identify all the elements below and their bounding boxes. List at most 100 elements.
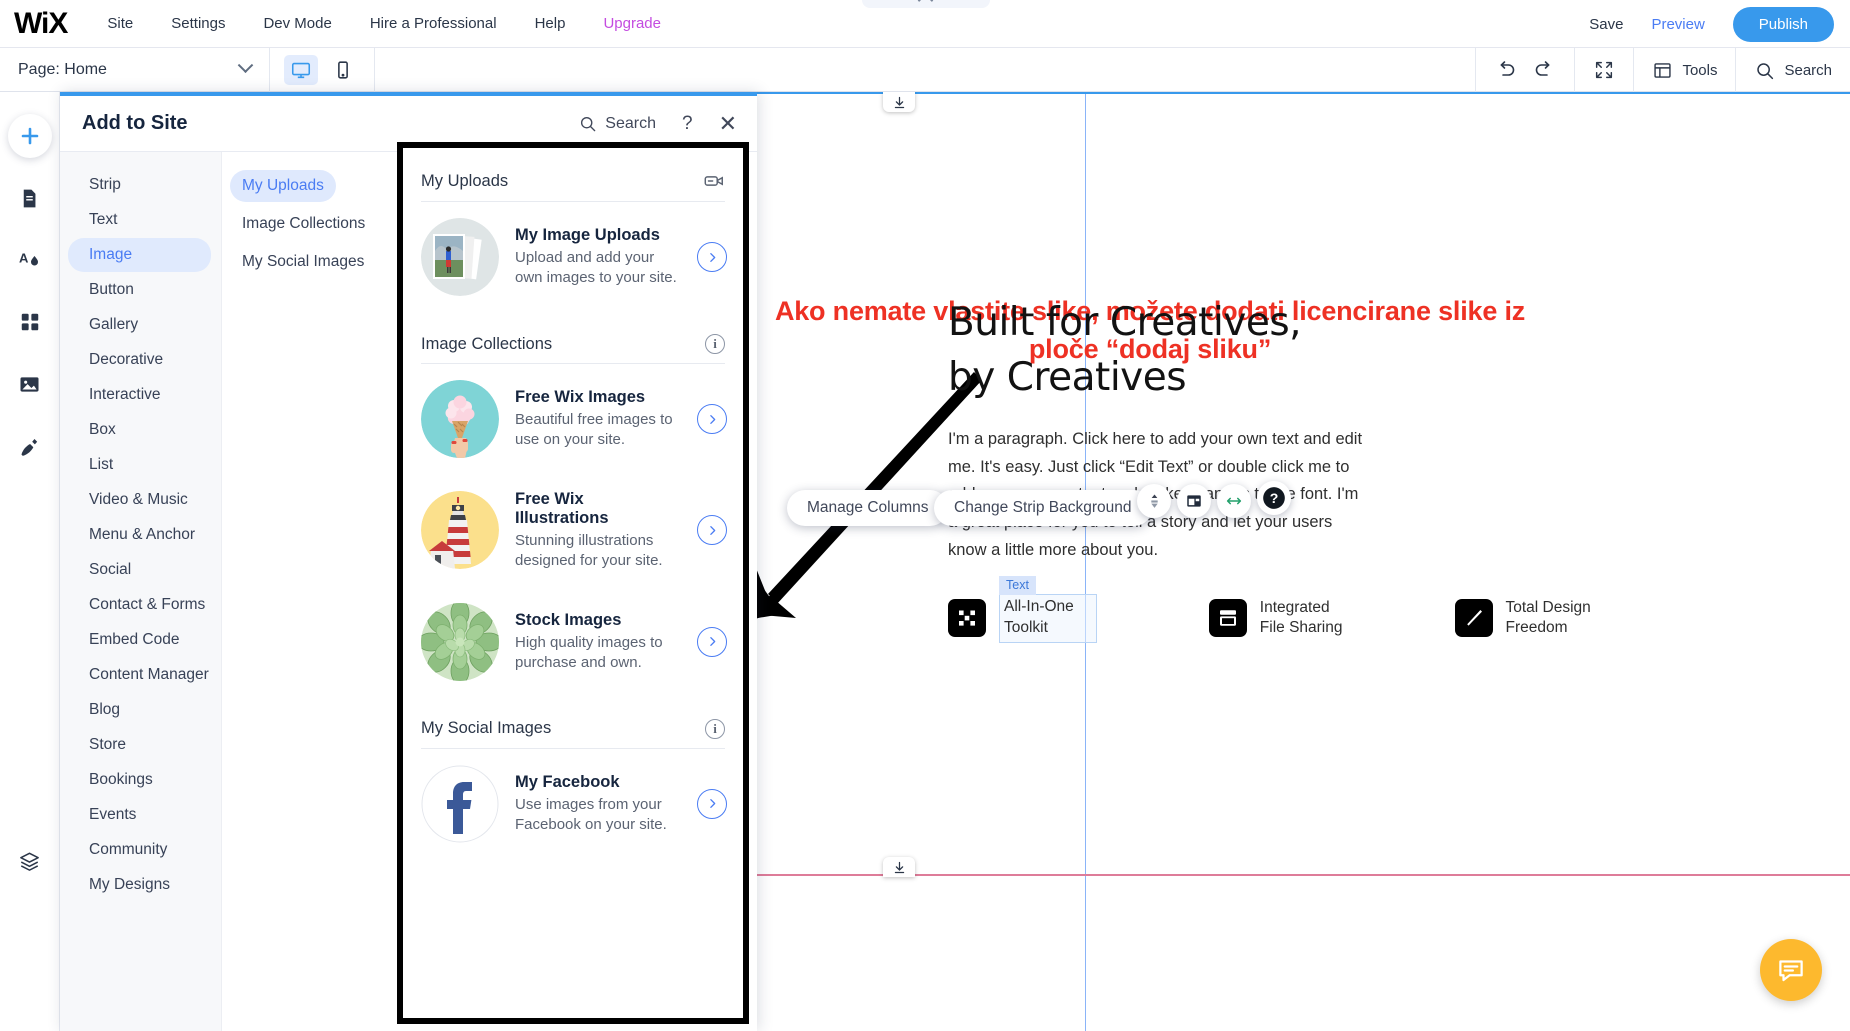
blog-button[interactable] <box>8 424 52 468</box>
nav-site[interactable]: Site <box>107 15 133 32</box>
tools-group: Tools <box>1633 48 1735 92</box>
desktop-view-button[interactable] <box>284 54 318 85</box>
tools-label: Tools <box>1682 61 1718 79</box>
top-nav: Site Settings Dev Mode Hire a Profession… <box>107 15 661 32</box>
manage-columns-tooltip[interactable]: Manage Columns <box>787 490 949 526</box>
layers-button[interactable] <box>8 839 52 883</box>
category-bookings[interactable]: Bookings <box>68 763 211 797</box>
zoom-out-button[interactable] <box>1593 59 1615 81</box>
list-item[interactable]: Free Wix Illustrations Stunning illustra… <box>403 474 743 587</box>
change-strip-background-tooltip[interactable]: Change Strip Background <box>934 490 1152 526</box>
layout-button[interactable] <box>1177 484 1211 518</box>
chevron-right-icon[interactable] <box>697 515 727 546</box>
list-item[interactable]: Stock Images High quality images to purc… <box>403 587 743 697</box>
subcategory-image-collections[interactable]: Image Collections <box>230 208 377 240</box>
info-icon[interactable]: i <box>705 334 725 354</box>
nav-settings[interactable]: Settings <box>171 15 225 32</box>
nav-help[interactable]: Help <box>535 15 566 32</box>
tools-button[interactable]: Tools <box>1652 60 1717 81</box>
window-file-icon <box>1208 599 1247 638</box>
panel-help-button[interactable]: ? <box>682 113 693 135</box>
search-icon <box>1757 62 1774 79</box>
chevron-right-icon[interactable] <box>697 242 727 272</box>
category-events[interactable]: Events <box>68 798 211 832</box>
feature-item-file-sharing[interactable]: Integrated File Sharing <box>1208 594 1343 643</box>
category-image[interactable]: Image <box>68 238 211 272</box>
category-store[interactable]: Store <box>68 728 211 762</box>
category-social[interactable]: Social <box>68 553 211 587</box>
category-content-manager[interactable]: Content Manager <box>68 658 211 692</box>
add-element-button[interactable] <box>7 114 52 158</box>
thumbnail-image <box>421 602 499 681</box>
help-button[interactable]: ? <box>1257 481 1291 515</box>
nav-dev-mode[interactable]: Dev Mode <box>263 15 331 32</box>
pages-button[interactable] <box>8 176 52 220</box>
nav-hire-a-professional[interactable]: Hire a Professional <box>370 15 497 32</box>
info-icon[interactable]: i <box>705 718 725 739</box>
category-box[interactable]: Box <box>68 413 211 447</box>
category-embed-code[interactable]: Embed Code <box>68 623 211 657</box>
list-item-subtitle: High quality images to purchase and own. <box>515 633 663 671</box>
list-item[interactable]: Free Wix Images Beautiful free images to… <box>403 364 743 474</box>
list-item-title: My Image Uploads <box>515 226 660 245</box>
list-item[interactable]: My Facebook Use images from your Faceboo… <box>403 749 743 859</box>
undo-button[interactable] <box>1494 58 1518 82</box>
list-item[interactable]: My Image Uploads Upload and add your own… <box>403 202 743 312</box>
subcategory-my-social-images[interactable]: My Social Images <box>230 246 376 278</box>
category-text[interactable]: Text <box>68 203 211 237</box>
category-strip[interactable]: Strip <box>68 168 211 202</box>
redo-icon <box>1536 61 1551 76</box>
category-my-designs[interactable]: My Designs <box>68 868 211 902</box>
category-button[interactable]: Button <box>68 273 211 307</box>
feature-text-toolkit[interactable]: Text All-In-One Toolkit <box>999 576 1097 643</box>
feature-text-design-freedom: Total Design Freedom <box>1506 598 1591 640</box>
category-interactive[interactable]: Interactive <box>68 378 211 412</box>
feature-item-design-freedom[interactable]: Total Design Freedom <box>1454 594 1591 643</box>
category-contact-forms[interactable]: Contact & Forms <box>68 588 211 622</box>
chat-support-button[interactable] <box>1760 939 1822 1001</box>
publish-button[interactable]: Publish <box>1732 6 1834 42</box>
category-community[interactable]: Community <box>68 833 211 867</box>
category-video-music[interactable]: Video & Music <box>68 483 211 517</box>
media-button[interactable] <box>8 362 52 406</box>
zoom-out-group <box>1574 48 1633 92</box>
redo-button[interactable] <box>1532 58 1556 82</box>
panel-search-button[interactable]: Search <box>578 114 656 133</box>
collapsed-tab-handle[interactable] <box>862 0 990 8</box>
category-gallery[interactable]: Gallery <box>68 308 211 342</box>
hero-title[interactable]: Built for Creatives, by Creatives <box>948 295 1302 406</box>
wix-logo[interactable]: WiX <box>14 7 68 41</box>
panel-subcategory-list: My Uploads Image Collections My Social I… <box>222 152 397 1031</box>
feature-row: Text All-In-One Toolkit Integrated File … <box>948 576 1591 643</box>
save-button[interactable]: Save <box>1589 16 1623 33</box>
theme-design-icon: A <box>19 251 38 266</box>
strip-top-handle[interactable] <box>883 92 915 112</box>
feature-title-line-1: Integrated <box>1259 598 1330 616</box>
close-icon[interactable]: ✕ <box>719 112 737 135</box>
mobile-view-button[interactable] <box>326 55 360 85</box>
feature-item-toolkit[interactable]: Text All-In-One Toolkit <box>948 576 1097 643</box>
horizontal-stretch-button[interactable] <box>1217 484 1251 518</box>
category-decorative[interactable]: Decorative <box>68 343 211 377</box>
layers-icon <box>20 851 39 871</box>
vertical-align-button[interactable] <box>1137 484 1171 518</box>
page-selector-label: Page: Home <box>18 60 107 78</box>
page-selector[interactable]: Page: Home <box>0 47 270 92</box>
chevron-right-icon[interactable] <box>697 788 727 819</box>
category-menu-anchor[interactable]: Menu & Anchor <box>68 518 211 552</box>
nav-upgrade[interactable]: Upgrade <box>603 15 661 32</box>
chevron-right-icon[interactable] <box>697 626 727 657</box>
strip-bottom-handle[interactable] <box>883 857 915 877</box>
search-button[interactable]: Search <box>1754 60 1832 81</box>
preview-button[interactable]: Preview <box>1651 16 1704 33</box>
chevron-right-icon[interactable] <box>697 404 727 434</box>
strip-bottom-border <box>753 874 1850 876</box>
subcategory-my-uploads[interactable]: My Uploads <box>230 170 336 202</box>
category-list[interactable]: List <box>68 448 211 482</box>
apps-button[interactable] <box>8 300 52 344</box>
panel-content-card: My Uploads My Image Uploads Upload and a… <box>397 142 749 1024</box>
category-blog[interactable]: Blog <box>68 693 211 727</box>
pen-nib-icon <box>21 438 38 456</box>
video-camera-icon[interactable] <box>703 170 725 192</box>
site-design-button[interactable]: A <box>8 238 52 282</box>
